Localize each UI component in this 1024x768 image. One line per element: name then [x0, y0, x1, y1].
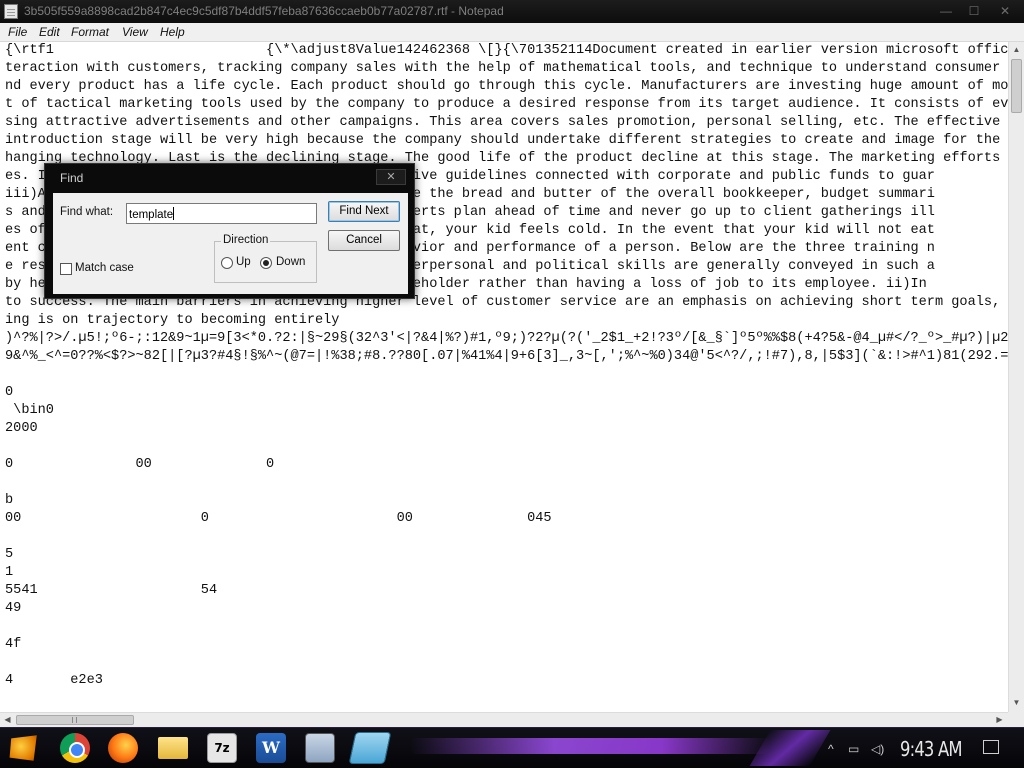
menu-help[interactable]: Help — [160, 25, 185, 39]
word-icon[interactable]: W — [256, 733, 286, 763]
app-icon[interactable] — [305, 733, 335, 763]
scroll-grip-icon — [72, 717, 77, 723]
window-title: 3b505f559a8898cad2b847c4ec9c5df87b4ddf57… — [24, 4, 504, 18]
find-what-value: template — [129, 209, 174, 221]
chrome-icon[interactable] — [60, 733, 90, 763]
horizontal-scrollbar[interactable]: ◀ ▶ — [0, 712, 1008, 727]
vertical-scrollbar[interactable]: ▲ ▼ — [1008, 42, 1024, 712]
network-icon[interactable]: ▭ — [848, 742, 859, 756]
find-dialog-title: Find — [60, 171, 84, 185]
start-orb-icon[interactable] — [9, 735, 37, 761]
minimize-button[interactable]: — — [933, 2, 959, 20]
file-explorer-icon[interactable] — [158, 737, 188, 759]
size-grip — [1008, 712, 1024, 727]
scroll-down-arrow-icon[interactable]: ▼ — [1009, 695, 1024, 711]
text-caret — [173, 207, 175, 220]
scroll-left-arrow-icon[interactable]: ◀ — [0, 713, 15, 727]
volume-icon[interactable]: ◁) — [871, 742, 884, 756]
notepad-taskbar-icon[interactable] — [348, 732, 392, 764]
maximize-button[interactable]: ☐ — [961, 2, 987, 20]
match-case-label[interactable]: Match case — [75, 262, 134, 274]
window-titlebar[interactable]: 3b505f559a8898cad2b847c4ec9c5df87b4ddf57… — [0, 0, 1024, 23]
find-next-button[interactable]: Find Next — [328, 201, 400, 222]
taskbar-clock[interactable]: 9:43 AM — [900, 737, 963, 761]
notepad-app-icon[interactable] — [4, 4, 18, 19]
menu-format[interactable]: Format — [71, 25, 109, 39]
scroll-up-arrow-icon[interactable]: ▲ — [1009, 42, 1024, 58]
firefox-icon[interactable] — [108, 733, 138, 763]
find-what-input[interactable]: template — [126, 203, 317, 224]
menu-edit[interactable]: Edit — [39, 25, 60, 39]
7zip-icon[interactable]: 7z — [207, 733, 237, 763]
vertical-scroll-thumb[interactable] — [1011, 59, 1022, 113]
scroll-right-arrow-icon[interactable]: ▶ — [992, 713, 1007, 727]
find-dialog: Find ✕ Find what: template Find Next Can… — [44, 163, 415, 299]
taskbar-decoration-accent — [749, 730, 831, 766]
direction-label: Direction — [221, 234, 271, 246]
menu-bar: File Edit Format View Help — [0, 23, 1024, 42]
cancel-button[interactable]: Cancel — [328, 230, 400, 251]
taskbar: 7z W ^ ▭ ◁) 9:43 AM — [0, 727, 1024, 768]
tray-chevron-icon[interactable]: ^ — [828, 742, 834, 756]
close-window-button[interactable]: ✕ — [992, 2, 1018, 20]
document-text[interactable]: {\rtf1 {\*\adjust8Value142462368 \[}{\70… — [0, 42, 1008, 690]
match-case-checkbox[interactable] — [60, 263, 72, 275]
taskbar-decoration — [410, 738, 770, 754]
direction-groupbox: Direction Up Down — [214, 234, 317, 283]
text-editor[interactable]: {\rtf1 {\*\adjust8Value142462368 \[}{\70… — [0, 42, 1008, 712]
find-dialog-close-button[interactable]: ✕ — [376, 169, 406, 185]
direction-up-label[interactable]: Up — [236, 256, 251, 268]
menu-view[interactable]: View — [122, 25, 148, 39]
action-center-icon[interactable] — [983, 740, 999, 754]
find-dialog-body: Find what: template Find Next Cancel Dir… — [53, 193, 408, 294]
direction-down-radio[interactable] — [260, 257, 272, 269]
menu-file[interactable]: File — [8, 25, 27, 39]
direction-up-radio[interactable] — [221, 257, 233, 269]
direction-down-label[interactable]: Down — [276, 256, 305, 268]
find-what-label: Find what: — [60, 206, 114, 218]
